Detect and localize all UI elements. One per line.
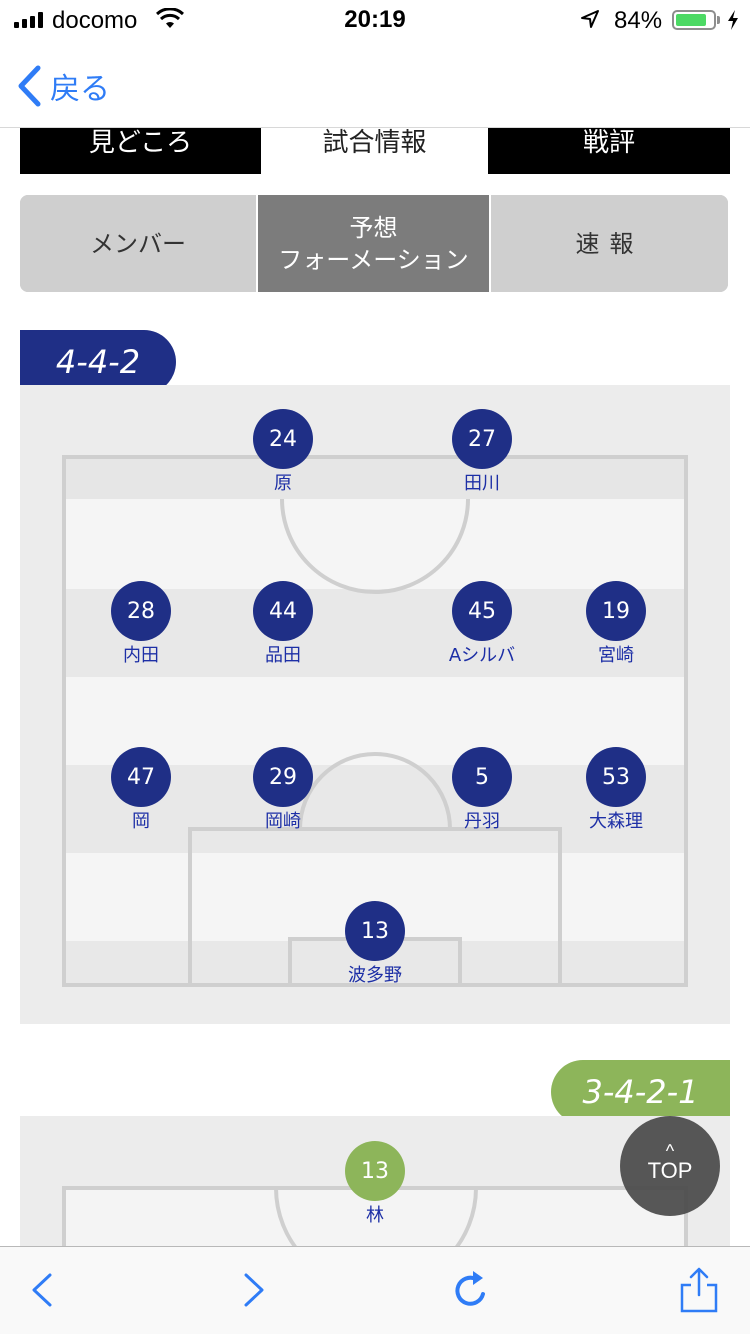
chevron-left-icon bbox=[18, 65, 41, 107]
location-arrow-icon bbox=[581, 10, 599, 28]
player-19[interactable]: 19 宮崎 bbox=[556, 581, 676, 667]
player-28[interactable]: 28 内田 bbox=[81, 581, 201, 667]
browser-toolbar bbox=[0, 1246, 750, 1334]
navigation-bar: 戻る bbox=[0, 42, 750, 128]
tab-predicted-formation[interactable]: 予想 フォーメーション bbox=[256, 195, 491, 292]
tab-formation-line2: フォーメーション bbox=[278, 245, 469, 274]
player-name: 波多野 bbox=[348, 965, 402, 986]
share-button[interactable] bbox=[674, 1265, 724, 1315]
browser-back-button[interactable] bbox=[18, 1265, 68, 1315]
player-name: 丹羽 bbox=[464, 811, 500, 832]
player-number: 29 bbox=[253, 747, 313, 807]
player-13-opponent[interactable]: 13 林 bbox=[315, 1141, 435, 1227]
player-27[interactable]: 27 田川 bbox=[422, 409, 542, 495]
player-name: 原 bbox=[274, 473, 292, 494]
player-number: 53 bbox=[586, 747, 646, 807]
tab-highlights[interactable]: 見どころ bbox=[20, 128, 261, 174]
player-number: 28 bbox=[111, 581, 171, 641]
player-name: 大森理 bbox=[589, 811, 643, 832]
player-number: 24 bbox=[253, 409, 313, 469]
chevron-right-icon bbox=[244, 1273, 264, 1307]
player-44[interactable]: 44 品田 bbox=[223, 581, 343, 667]
tab-review[interactable]: 戦評 bbox=[488, 128, 730, 174]
player-5[interactable]: 5 丹羽 bbox=[422, 747, 542, 833]
player-53[interactable]: 53 大森理 bbox=[556, 747, 676, 833]
player-45[interactable]: 45 Aシルバ bbox=[422, 581, 542, 667]
player-name: 岡崎 bbox=[265, 811, 301, 832]
status-bar: docomo 20:19 84% bbox=[0, 0, 750, 42]
back-button[interactable]: 戻る bbox=[16, 64, 110, 108]
player-name: Aシルバ bbox=[448, 645, 516, 666]
player-number: 13 bbox=[345, 1141, 405, 1201]
player-name: 田川 bbox=[464, 473, 500, 494]
reload-icon bbox=[455, 1271, 485, 1306]
scroll-top-button[interactable]: ^ TOP bbox=[620, 1116, 720, 1216]
player-number: 27 bbox=[452, 409, 512, 469]
caret-up-icon: ^ bbox=[665, 1141, 675, 1161]
player-13-goalkeeper[interactable]: 13 波多野 bbox=[315, 901, 435, 987]
player-name: 岡 bbox=[132, 811, 150, 832]
scroll-top-label: TOP bbox=[647, 1158, 693, 1183]
player-number: 45 bbox=[452, 581, 512, 641]
player-name: 林 bbox=[366, 1205, 384, 1226]
tab-formation-line1: 予想 bbox=[349, 213, 398, 242]
browser-forward-button[interactable] bbox=[228, 1265, 278, 1315]
main-tabs: 見どころ 試合情報 戦評 bbox=[20, 128, 730, 174]
chevron-left-icon bbox=[32, 1273, 52, 1307]
tab-live[interactable]: 速報 bbox=[491, 195, 728, 292]
player-47[interactable]: 47 岡 bbox=[81, 747, 201, 833]
player-number: 19 bbox=[586, 581, 646, 641]
player-name: 宮崎 bbox=[598, 645, 634, 666]
share-icon bbox=[680, 1267, 718, 1313]
player-name: 内田 bbox=[123, 645, 159, 666]
pitch: 24 原 27 田川 28 内田 44 品田 45 Aシルバ 19 宮崎 47 … bbox=[20, 385, 730, 1024]
charging-bolt-icon bbox=[728, 10, 738, 30]
player-24[interactable]: 24 原 bbox=[223, 409, 343, 495]
player-number: 47 bbox=[111, 747, 171, 807]
player-number: 13 bbox=[345, 901, 405, 961]
player-number: 44 bbox=[253, 581, 313, 641]
battery-icon bbox=[672, 10, 716, 30]
player-number: 5 bbox=[452, 747, 512, 807]
sub-tabs: メンバー 予想 フォーメーション 速報 bbox=[20, 195, 728, 292]
back-label: 戻る bbox=[50, 72, 110, 107]
battery-percent: 84% bbox=[614, 7, 663, 34]
tab-members[interactable]: メンバー bbox=[20, 195, 256, 292]
player-name: 品田 bbox=[265, 645, 301, 666]
tab-match-info[interactable]: 試合情報 bbox=[261, 128, 488, 174]
reload-button[interactable] bbox=[446, 1265, 496, 1315]
player-29[interactable]: 29 岡崎 bbox=[223, 747, 343, 833]
formation-label-opponent: 3-4-2-1 bbox=[551, 1060, 730, 1124]
